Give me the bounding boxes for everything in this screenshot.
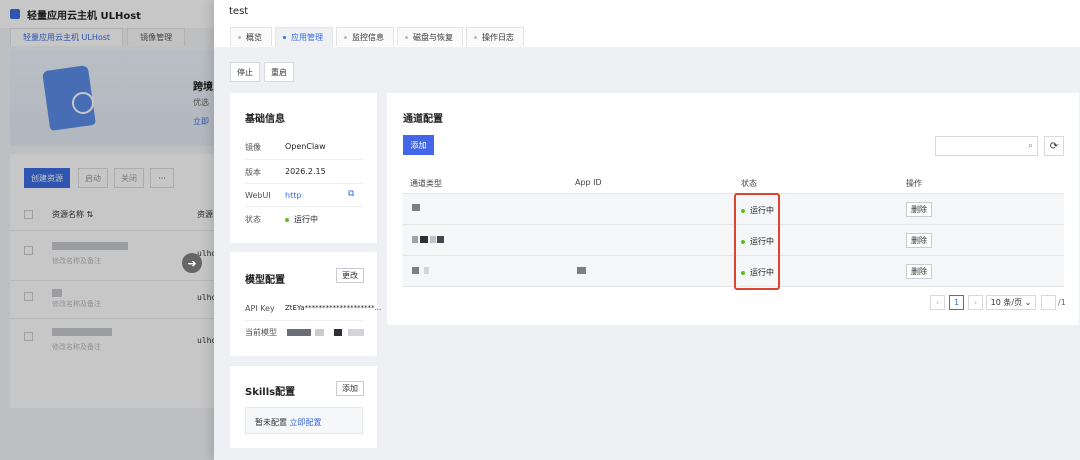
api-key-value: ZtEYa********************... [285,304,382,312]
col-status: 状态 [741,179,757,188]
tab-monitoring[interactable]: 监控信息 [336,27,394,46]
basic-info-card: 基础信息 镜像 OpenClaw 版本 2026.2.15 WebUI http… [230,93,377,243]
tab-operation-log[interactable]: 操作日志 [466,27,524,46]
redacted-channel-type [412,267,419,274]
col-app-id: App ID [575,178,602,187]
tab-disk-recovery[interactable]: 磁盘与恢复 [397,27,463,46]
drawer-tabs: 概览 应用管理 监控信息 磁盘与恢复 操作日志 [230,27,524,47]
version-label: 版本 [245,168,261,177]
skills-empty-box: 暂未配置 立即配置 [245,407,363,434]
redacted-model [334,329,342,336]
skills-empty-text: 暂未配置 [255,418,287,427]
redacted-model [315,329,324,336]
copy-icon[interactable]: ⧉ [348,189,354,199]
table-header: 通道类型 App ID 状态 操作 [402,172,1064,194]
model-config-title: 模型配置 [245,275,285,286]
status-value: 运行中 [285,214,318,225]
table-row: 运行中 删除 [402,225,1064,256]
delete-button[interactable]: 删除 [906,264,932,279]
page-1-button[interactable]: 1 [949,295,964,310]
refresh-button[interactable]: ⟳ [1044,136,1064,156]
divider [245,206,363,207]
table-row: 运行中 删除 [402,256,1064,287]
divider [245,320,363,321]
add-channel-button[interactable]: 添加 [403,135,434,155]
total-pages: /1 [1058,298,1066,307]
col-channel-type: 通道类型 [410,179,442,188]
tab-label: 监控信息 [352,32,384,42]
tab-label: 操作日志 [482,32,514,42]
next-page-button[interactable]: › [968,295,983,310]
search-icon: ⌕ [1027,141,1033,151]
webui-link[interactable]: http [285,191,301,200]
skills-config-title: Skills配置 [245,387,296,398]
stop-button[interactable]: 停止 [230,62,260,82]
tab-dot-icon [283,36,286,39]
api-key-label: API Key [245,304,275,313]
tab-dot-icon [405,35,408,39]
redacted-model [348,329,364,336]
divider [245,183,363,184]
restart-button[interactable]: 重启 [264,62,294,82]
tab-dot-icon [474,35,477,39]
image-label: 镜像 [245,143,261,152]
col-action: 操作 [906,179,922,188]
model-config-card: 模型配置 更改 API Key ZtEYa*******************… [230,252,381,356]
tab-label: 磁盘与恢复 [413,32,453,42]
tab-label: 概览 [246,32,262,42]
add-skill-button[interactable]: 添加 [336,381,364,396]
page-size-label: 10 条/页 [990,298,1023,307]
tab-overview[interactable]: 概览 [230,27,272,46]
image-value: OpenClaw [285,142,326,151]
channel-config-title: 通道配置 [403,114,443,125]
refresh-icon: ⟳ [1049,140,1059,152]
tab-dot-icon [344,35,347,39]
divider [245,159,363,160]
prev-page-button[interactable]: ‹ [930,295,945,310]
tab-dot-icon [238,35,241,39]
delete-button[interactable]: 删除 [906,202,932,217]
tab-label: 应用管理 [291,33,323,42]
channel-config-card: 通道配置 添加 ⌕ ⟳ 通道类型 App ID 状态 操作 运行中 删除 运行中… [387,93,1079,325]
basic-info-title: 基础信息 [245,114,285,125]
redacted-channel-type [412,236,418,243]
redacted-channel-type [412,204,420,211]
redacted-channel-type [430,236,436,243]
redacted-channel-type [437,236,444,243]
skills-config-card: Skills配置 添加 暂未配置 立即配置 [230,366,377,448]
detail-drawer: test 概览 应用管理 监控信息 磁盘与恢复 操作日志 停止 重启 基础信息 … [214,0,1080,460]
search-input[interactable]: ⌕ [935,136,1038,156]
drawer-title: test [229,6,249,17]
redacted-model [287,329,311,336]
redacted-channel-type [424,267,429,274]
status-label: 状态 [245,215,261,224]
status-highlight-box [734,193,780,290]
table-row: 运行中 删除 [402,194,1064,225]
page-jump-input[interactable] [1041,295,1056,310]
webui-label: WebUI [245,191,271,200]
tab-app-management[interactable]: 应用管理 [275,27,333,47]
configure-now-link[interactable]: 立即配置 [290,418,322,427]
page-size-select[interactable]: 10 条/页 ⌄ [986,295,1036,310]
drawer-header: test 概览 应用管理 监控信息 磁盘与恢复 操作日志 [214,0,1080,47]
redacted-app-id [577,267,586,274]
current-model-label: 当前模型 [245,328,277,337]
chevron-down-icon: ⌄ [1024,298,1032,307]
running-dot-icon [285,217,289,222]
edit-model-button[interactable]: 更改 [336,268,364,283]
version-value: 2026.2.15 [285,167,326,176]
arrow-right-icon[interactable]: ➜ [182,253,202,273]
delete-button[interactable]: 删除 [906,233,932,248]
status-text: 运行中 [294,215,318,224]
redacted-channel-type [420,236,428,243]
modal-mask[interactable] [0,0,214,460]
